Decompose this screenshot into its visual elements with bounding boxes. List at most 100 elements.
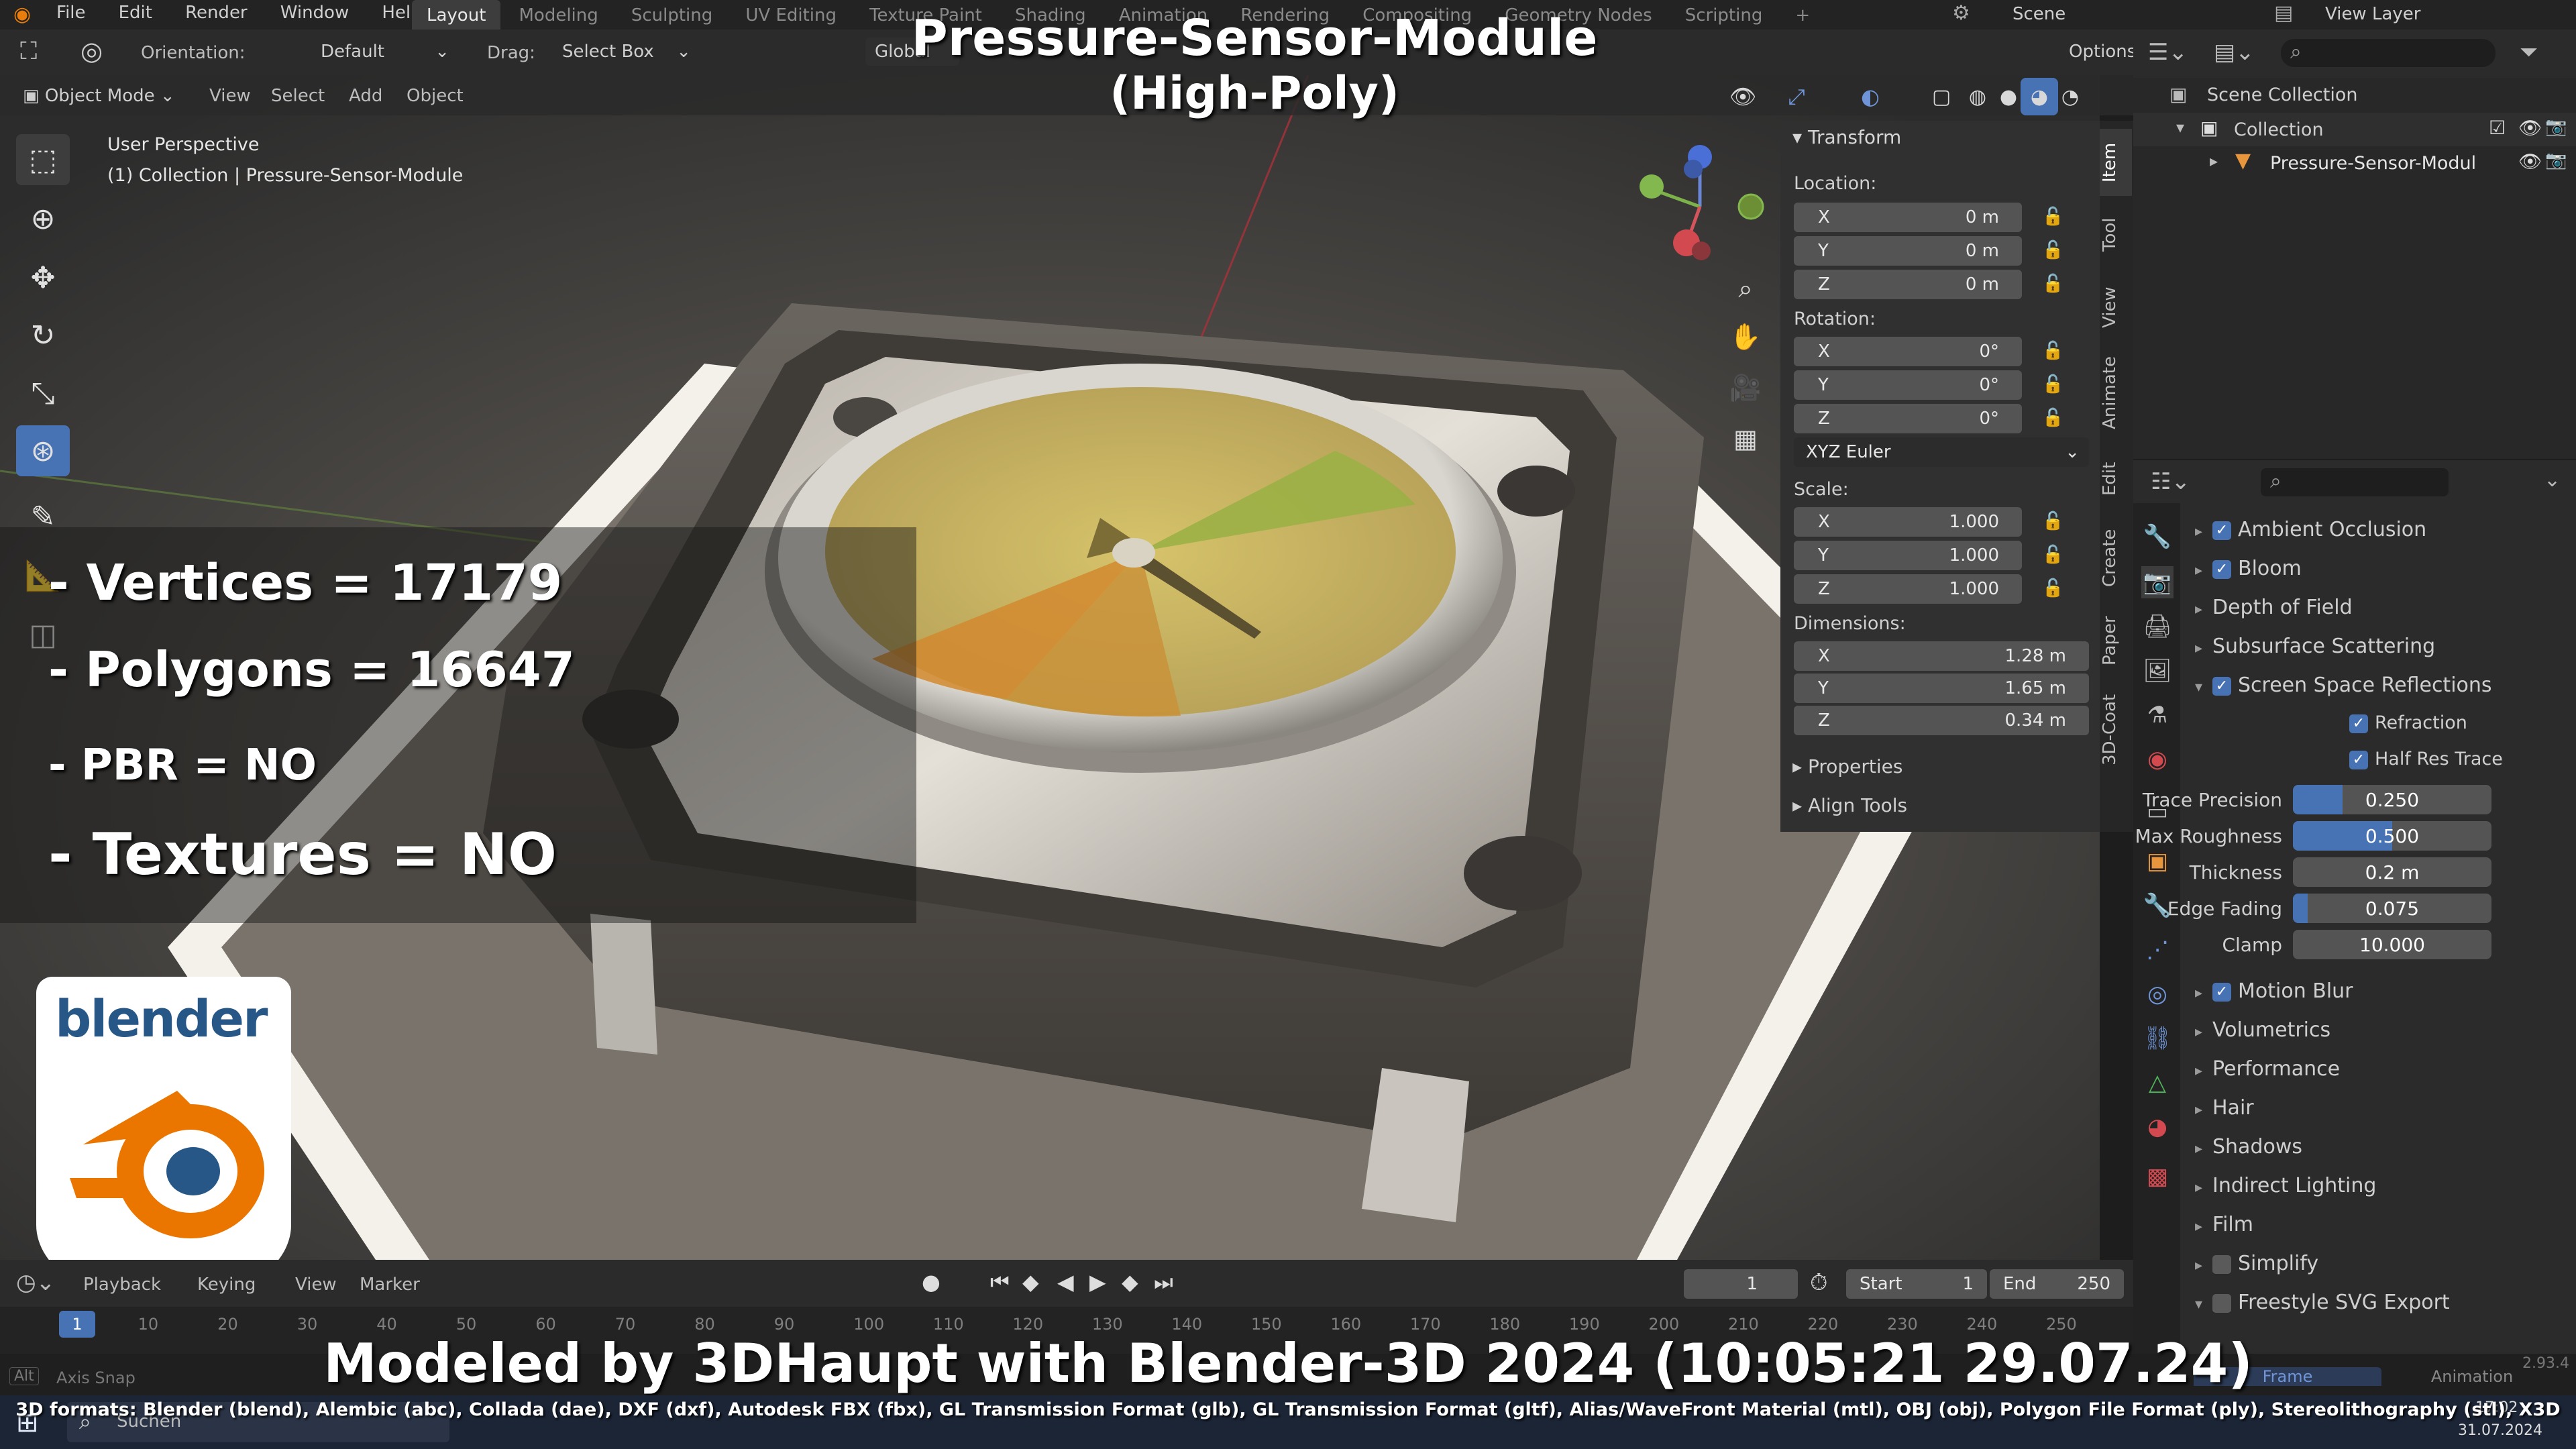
camera-icon[interactable]: 📷 — [2545, 117, 2567, 137]
xray-icon[interactable]: ▢ — [1923, 78, 1960, 115]
expand-right-icon[interactable]: ▸ — [2195, 1063, 2212, 1079]
pan-hand-icon[interactable]: ✋ — [1727, 318, 1764, 356]
dimensions-z-field[interactable]: Z 0.34 m — [1794, 706, 2089, 735]
rotation-y-field[interactable]: Y 0° — [1794, 370, 2022, 400]
filter-icon[interactable]: ⏷ — [2520, 39, 2538, 66]
render_props.items_bottom-panel-1[interactable]: ▸ Volumetrics — [2195, 1018, 2330, 1042]
slider[interactable]: 0.250 — [2293, 785, 2491, 814]
checkbox-icon[interactable]: ☑ — [2489, 117, 2506, 139]
move-tool-icon[interactable]: ✥ — [16, 252, 70, 303]
render_props.items_bottom-panel-6[interactable]: ▸ Film — [2195, 1213, 2253, 1236]
render_props.items_top-panel-2[interactable]: ▸ Depth of Field — [2195, 596, 2353, 619]
slider[interactable]: 10.000 — [2293, 930, 2491, 959]
render_props.items_bottom-panel-0[interactable]: ▸ ✓ Motion Blur — [2195, 979, 2353, 1003]
expand-right-icon[interactable]: ▸ — [2195, 601, 2212, 618]
checkbox[interactable]: ✓ — [2212, 521, 2231, 540]
world-properties-icon[interactable]: ◉ — [2141, 743, 2174, 775]
rotation-x-field[interactable]: X 0° — [1794, 337, 2022, 366]
transform-header[interactable]: ▾ Transform — [1792, 126, 1901, 148]
location-y-field[interactable]: Y 0 m — [1794, 236, 2022, 266]
start-frame-field[interactable]: Start 1 — [1846, 1269, 1987, 1299]
render_props.items_bottom-panel-8[interactable]: ▾ Freestyle SVG Export — [2195, 1291, 2450, 1314]
current-frame-field[interactable]: 1 — [1684, 1269, 1798, 1299]
render_props.items_bottom-panel-4[interactable]: ▸ Shadows — [2195, 1135, 2302, 1159]
tab-modeling[interactable]: Modeling — [504, 0, 612, 31]
scene-name[interactable]: Scene — [2012, 4, 2065, 24]
lock-icon[interactable]: 🔓 — [2042, 207, 2063, 227]
expand-right-icon[interactable]: ▸ — [2195, 1257, 2212, 1274]
rotate-tool-icon[interactable]: ↻ — [16, 310, 70, 361]
shading-rendered-icon[interactable]: ◔ — [2051, 78, 2089, 115]
tab-create[interactable]: Create — [2100, 518, 2132, 598]
outliner-type-icon[interactable]: ☰⌄ — [2148, 39, 2188, 66]
viewport-menu-view[interactable]: View — [209, 86, 251, 106]
timeline-menu-playback[interactable]: Playback — [83, 1275, 161, 1295]
checkbox[interactable]: ✓ — [2212, 676, 2231, 696]
expand-right-icon[interactable]: ▸ — [2195, 1218, 2212, 1235]
render_props.items_bottom-panel-7[interactable]: ▸ Simplify — [2195, 1252, 2318, 1275]
expand-down-icon[interactable]: ▾ — [2195, 1296, 2212, 1313]
output-properties-icon[interactable]: 🖨 — [2141, 610, 2174, 643]
display-mode-icon[interactable]: ▤⌄ — [2214, 39, 2255, 66]
expand-right-icon[interactable]: ▸ — [2195, 1102, 2212, 1118]
slider[interactable]: 0.075 — [2293, 894, 2491, 923]
lock-icon[interactable]: 🔓 — [2042, 240, 2063, 260]
dimensions-x-field[interactable]: X 1.28 m — [1794, 641, 2089, 671]
jump-start-icon[interactable]: ⏮ — [990, 1269, 1010, 1295]
expand-right-icon[interactable]: ▸ — [2195, 985, 2212, 1002]
tab-view[interactable]: View — [2100, 274, 2132, 341]
expand-right-icon[interactable]: ▸ — [2195, 562, 2212, 579]
constraint-properties-icon[interactable]: ⛓ — [2141, 1022, 2174, 1055]
align-tools-header[interactable]: ▸ Align Tools — [1792, 794, 1907, 816]
slider[interactable]: 0.2 m — [2293, 857, 2491, 887]
lock-icon[interactable]: 🔓 — [2042, 341, 2063, 361]
rotation-z-field[interactable]: Z 0° — [1794, 404, 2022, 433]
outliner-search-input[interactable]: ⌕ — [2281, 39, 2496, 67]
timeline-menu-view[interactable]: View — [295, 1275, 337, 1295]
material-properties-icon[interactable]: ◕ — [2141, 1111, 2174, 1143]
view-layer-name[interactable]: View Layer — [2325, 4, 2420, 24]
tool-properties-icon[interactable]: 🔧 — [2141, 521, 2174, 553]
expand-arrow-icon[interactable]: ▾ — [2176, 118, 2184, 137]
slider[interactable]: 0.500 — [2293, 821, 2491, 851]
options-dropdown[interactable]: Options — [2059, 38, 2136, 66]
expand-right-icon[interactable]: ▸ — [2195, 523, 2212, 540]
ssr-half-res-option[interactable]: ✓ Half Res Trace — [2349, 749, 2503, 769]
properties-header[interactable]: ▸ Properties — [1792, 755, 1902, 777]
expand-right-icon[interactable]: ▸ — [2195, 1024, 2212, 1040]
visibility-icon[interactable]: 👁 — [1724, 78, 1762, 115]
next-keyframe-icon[interactable]: ◆ — [1122, 1269, 1138, 1295]
camera-icon[interactable]: 📷 — [2545, 150, 2567, 170]
tab-paper[interactable]: Paper — [2100, 604, 2132, 678]
render_props.items_top-panel-4[interactable]: ▾ ✓ Screen Space Reflections — [2195, 674, 2492, 697]
tab-edit[interactable]: Edit — [2100, 445, 2132, 513]
tab-layout[interactable]: Layout — [412, 0, 501, 31]
render-properties-icon[interactable]: 📷 — [2141, 566, 2174, 598]
record-icon[interactable]: ● — [922, 1269, 941, 1295]
render_props.items_top-panel-3[interactable]: ▸ Subsurface Scattering — [2195, 635, 2435, 658]
timeline-menu-keying[interactable]: Keying — [197, 1275, 256, 1295]
outliner-collection-row[interactable]: ▾ ▣ Collection ☑ 👁 📷 — [2133, 113, 2576, 146]
dimensions-y-field[interactable]: Y 1.65 m — [1794, 674, 2089, 703]
tab-item[interactable]: Item — [2100, 129, 2132, 196]
viewport-menu-add[interactable]: Add — [349, 86, 382, 106]
expand-right-icon[interactable]: ▸ — [2195, 1179, 2212, 1196]
jump-end-icon[interactable]: ⏭ — [1154, 1269, 1173, 1295]
scale-tool-icon[interactable]: ⤡ — [16, 368, 70, 419]
render_props.items_bottom-panel-5[interactable]: ▸ Indirect Lighting — [2195, 1174, 2376, 1197]
expand-right-icon[interactable]: ▸ — [2195, 1140, 2212, 1157]
view-layer-icon[interactable]: ▤ — [2274, 1, 2293, 25]
lock-icon[interactable]: 🔓 — [2042, 545, 2063, 565]
expand-arrow-icon[interactable]: ▸ — [2210, 152, 2218, 170]
expand-right-icon[interactable]: ▸ — [2195, 640, 2212, 657]
zoom-icon[interactable]: ⌕ — [1727, 270, 1764, 307]
ssr-refraction-option[interactable]: ✓ Refraction — [2349, 712, 2467, 733]
add-workspace-icon[interactable]: + — [1780, 0, 1825, 31]
viewport-menu-object[interactable]: Object — [407, 86, 464, 106]
render_props.items_bottom-panel-2[interactable]: ▸ Performance — [2195, 1057, 2340, 1081]
orientation-dropdown[interactable]: Default ⌄ — [311, 38, 459, 66]
drag-dropdown[interactable]: Select Box ⌄ — [553, 38, 700, 66]
pivot-icon[interactable]: ◎ — [80, 36, 103, 66]
select-box-tool-icon[interactable]: ⬚ — [16, 134, 70, 185]
tab-animate[interactable]: Animate — [2100, 346, 2132, 440]
